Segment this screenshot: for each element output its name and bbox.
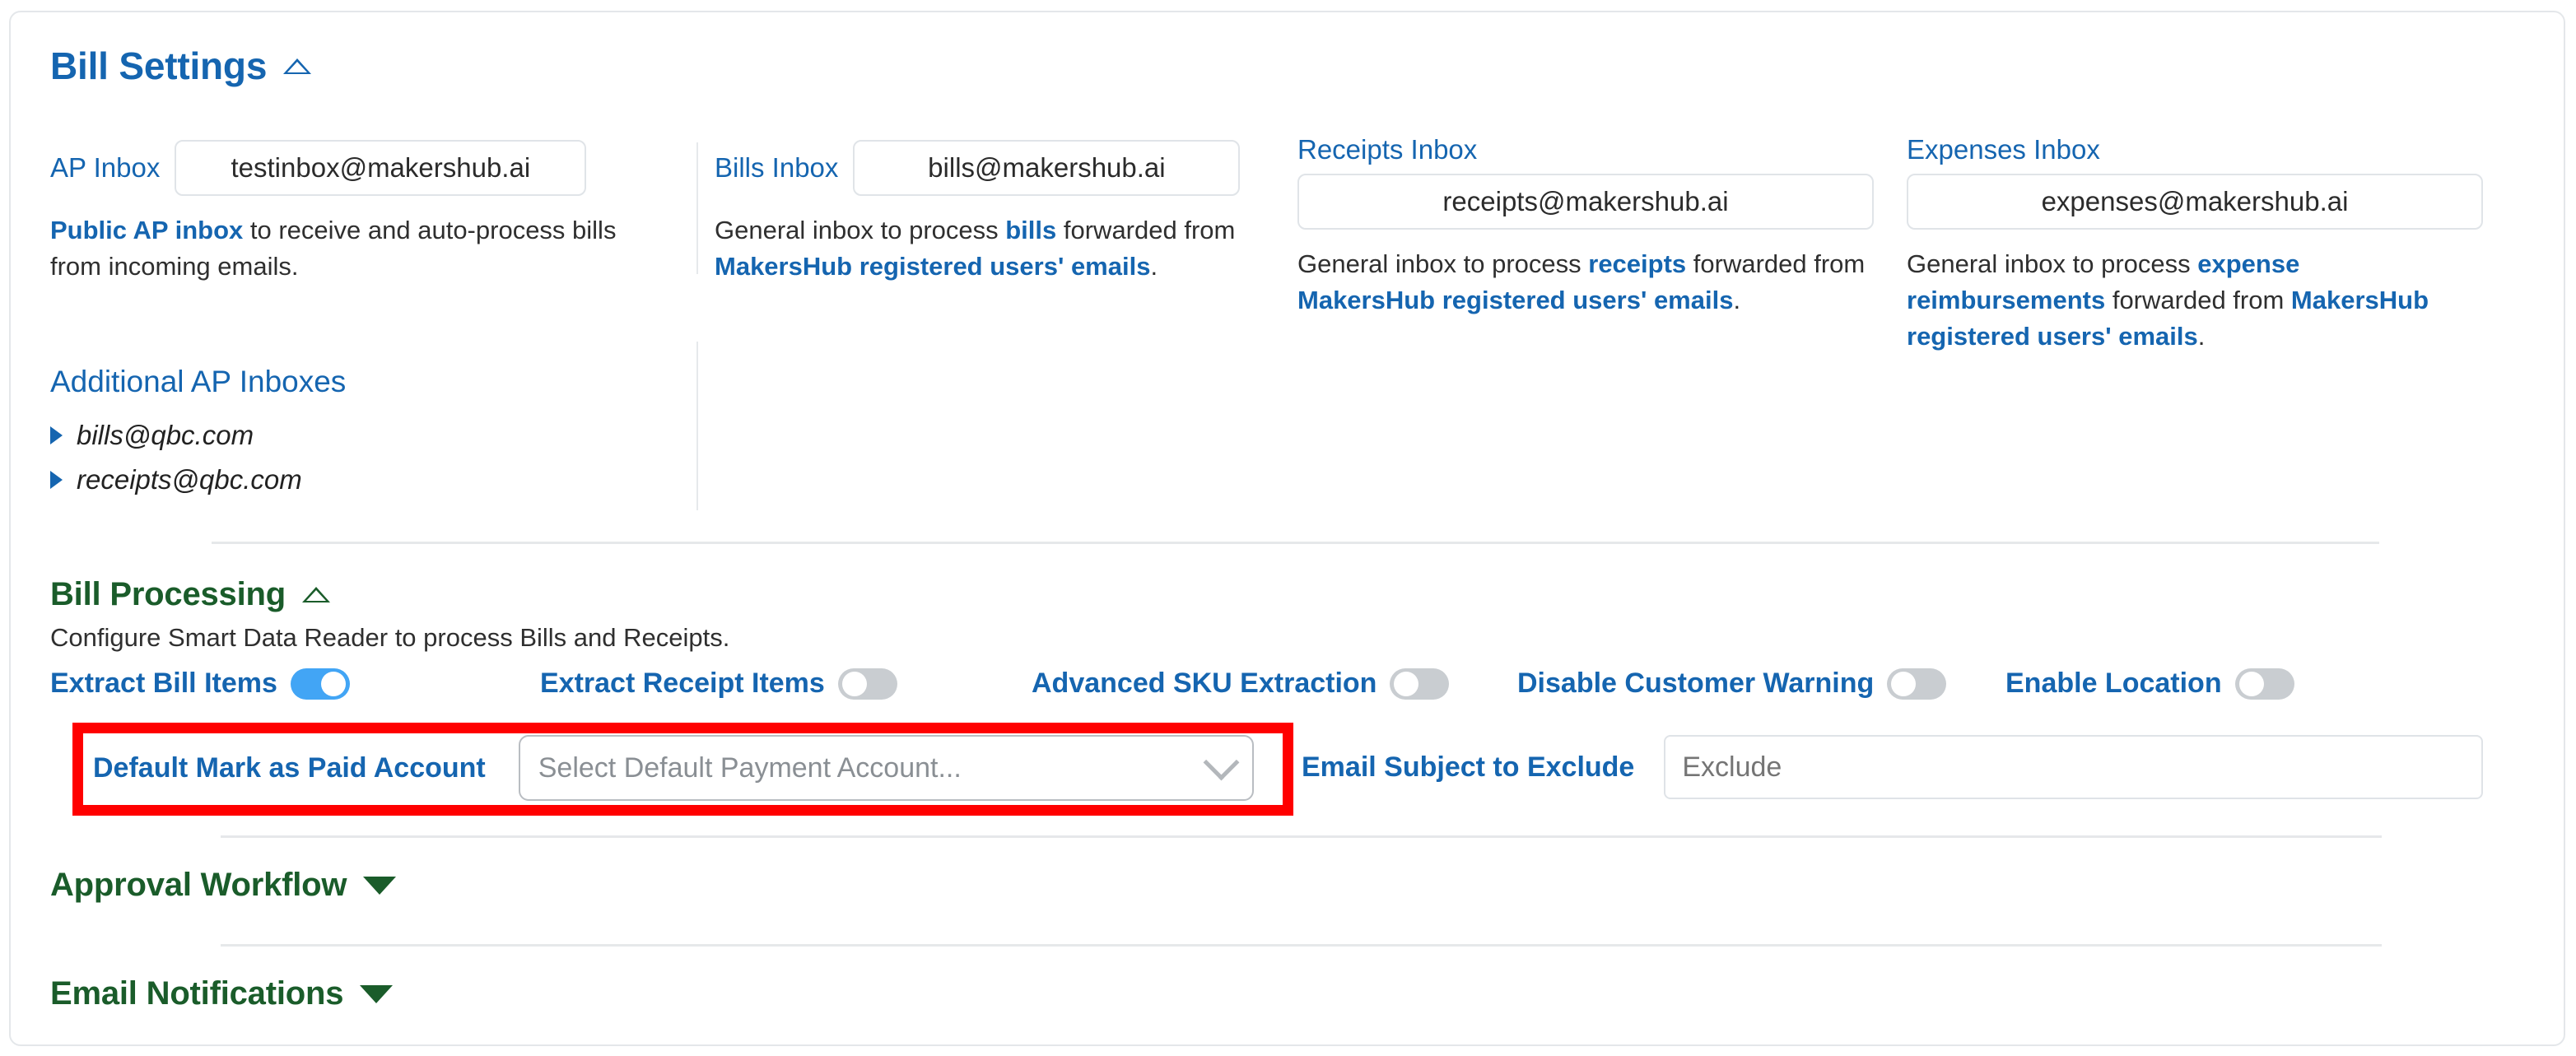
list-item[interactable]: bills@qbc.com: [50, 420, 302, 451]
default-paid-account-row: Default Mark as Paid Account Select Defa…: [93, 735, 1254, 801]
divider-email-notifications: [221, 944, 2382, 947]
toggle-knob: [841, 671, 867, 696]
bills-inbox-input[interactable]: [853, 140, 1241, 196]
receipts-helper-prefix: General inbox to process: [1297, 249, 1589, 278]
email-notifications-title: Email Notifications: [50, 975, 344, 1012]
toggle-label: Enable Location: [2005, 668, 2222, 699]
toggle-disable-customer-warning[interactable]: Disable Customer Warning: [1517, 668, 2005, 700]
receipts-inbox-helper: General inbox to process receipts forwar…: [1297, 246, 1874, 319]
bills-helper-mid: forwarded from: [1056, 216, 1236, 244]
default-paid-account-label: Default Mark as Paid Account: [93, 751, 486, 784]
toggle-label: Extract Bill Items: [50, 668, 277, 699]
page-title: Bill Settings: [50, 44, 268, 87]
divider-approval-workflow: [221, 835, 2382, 838]
toggle-knob: [1891, 671, 1917, 696]
ap-inbox-helper-bold: Public AP inbox: [50, 216, 244, 244]
email-subject-exclude-label: Email Subject to Exclude: [1302, 751, 1635, 783]
bill-settings-card: Bill Settings AP Inbox Public AP inbox t…: [9, 11, 2565, 1046]
bills-inbox-row: Bills Inbox: [715, 140, 1291, 196]
toggle-knob: [1394, 671, 1419, 696]
expenses-inbox-block: Expenses Inbox General inbox to process …: [1907, 134, 2483, 355]
bills-helper-bold-1: bills: [1005, 216, 1057, 244]
expenses-helper-suffix: .: [2197, 322, 2206, 351]
bill-processing-title: Bill Processing: [50, 576, 286, 612]
ap-inbox-helper: Public AP inbox to receive and auto-proc…: [50, 212, 659, 285]
toggle-knob: [2238, 671, 2264, 696]
column-divider-top: [696, 142, 698, 274]
bills-inbox-label: Bills Inbox: [715, 152, 839, 183]
ap-inbox-block: AP Inbox Public AP inbox to receive and …: [50, 140, 659, 285]
additional-ap-inboxes-title: Additional AP Inboxes: [50, 365, 347, 398]
ap-inbox-input[interactable]: [175, 140, 587, 196]
expenses-inbox-input[interactable]: [1907, 174, 2483, 230]
list-item-label: bills@qbc.com: [77, 420, 254, 450]
triangle-up-icon[interactable]: [302, 587, 330, 602]
triangle-right-icon: [50, 471, 63, 489]
expenses-helper-mid: forwarded from: [2105, 286, 2291, 315]
select-placeholder: Select Default Payment Account...: [538, 751, 962, 784]
receipts-helper-suffix: .: [1733, 286, 1741, 315]
toggle-switch[interactable]: [290, 668, 350, 700]
toggle-switch[interactable]: [1887, 668, 1947, 700]
bills-helper-suffix: .: [1150, 252, 1158, 281]
receipts-helper-bold-2: MakersHub registered users' emails: [1297, 286, 1734, 315]
expenses-inbox-helper: General inbox to process expense reimbur…: [1907, 246, 2483, 355]
bills-inbox-helper: General inbox to process bills forwarded…: [715, 212, 1241, 285]
chevron-down-icon: [1203, 744, 1240, 780]
default-payment-account-select[interactable]: Select Default Payment Account...: [518, 735, 1254, 801]
toggle-extract-receipt-items[interactable]: Extract Receipt Items: [540, 668, 1032, 700]
toggle-enable-location[interactable]: Enable Location: [2005, 668, 2294, 700]
receipts-inbox-block: Receipts Inbox General inbox to process …: [1297, 134, 1874, 319]
bill-processing-toggles: Extract Bill Items Extract Receipt Items…: [50, 668, 2294, 700]
toggle-switch[interactable]: [1390, 668, 1450, 700]
ap-inbox-label: AP Inbox: [50, 152, 161, 183]
bills-helper-prefix: General inbox to process: [715, 216, 1006, 244]
bills-inbox-block: Bills Inbox General inbox to process bil…: [715, 140, 1291, 285]
toggle-label: Advanced SKU Extraction: [1032, 668, 1377, 699]
divider-bill-processing: [212, 542, 2379, 544]
expenses-helper-prefix: General inbox to process: [1907, 249, 2198, 278]
toggle-extract-bill-items[interactable]: Extract Bill Items: [50, 668, 540, 700]
email-subject-exclude-row: Email Subject to Exclude: [1302, 735, 2484, 799]
toggle-knob: [320, 671, 346, 696]
toggle-label: Extract Receipt Items: [540, 668, 825, 699]
receipts-inbox-label: Receipts Inbox: [1297, 134, 1478, 165]
toggle-label: Disable Customer Warning: [1517, 668, 1875, 699]
triangle-up-icon[interactable]: [283, 58, 312, 74]
approval-workflow-header[interactable]: Approval Workflow: [50, 867, 397, 904]
additional-ap-inboxes-list: bills@qbc.com receipts@qbc.com: [50, 420, 302, 509]
toggle-advanced-sku-extraction[interactable]: Advanced SKU Extraction: [1032, 668, 1517, 700]
receipts-helper-mid: forwarded from: [1686, 249, 1866, 278]
triangle-right-icon: [50, 426, 63, 444]
receipts-helper-bold-1: receipts: [1588, 249, 1687, 278]
toggle-switch[interactable]: [837, 668, 897, 700]
receipts-inbox-input[interactable]: [1297, 174, 1874, 230]
expenses-inbox-label: Expenses Inbox: [1907, 134, 2100, 165]
bill-settings-page: Bill Settings AP Inbox Public AP inbox t…: [0, 0, 2576, 1056]
bills-helper-bold-2: MakersHub registered users' emails: [715, 252, 1151, 281]
ap-inbox-row: AP Inbox: [50, 140, 659, 196]
email-notifications-header[interactable]: Email Notifications: [50, 975, 394, 1012]
triangle-down-icon[interactable]: [363, 876, 397, 895]
bill-settings-header[interactable]: Bill Settings: [50, 44, 312, 88]
list-item-label: receipts@qbc.com: [77, 464, 302, 495]
list-item[interactable]: receipts@qbc.com: [50, 464, 302, 495]
toggle-switch[interactable]: [2234, 668, 2294, 700]
triangle-down-icon[interactable]: [360, 984, 394, 1003]
bill-processing-header[interactable]: Bill Processing: [50, 576, 330, 613]
email-subject-exclude-input[interactable]: [1664, 735, 2484, 799]
bill-processing-subtitle: Configure Smart Data Reader to process B…: [50, 623, 730, 652]
column-divider-bottom: [696, 342, 698, 510]
approval-workflow-title: Approval Workflow: [50, 867, 347, 903]
